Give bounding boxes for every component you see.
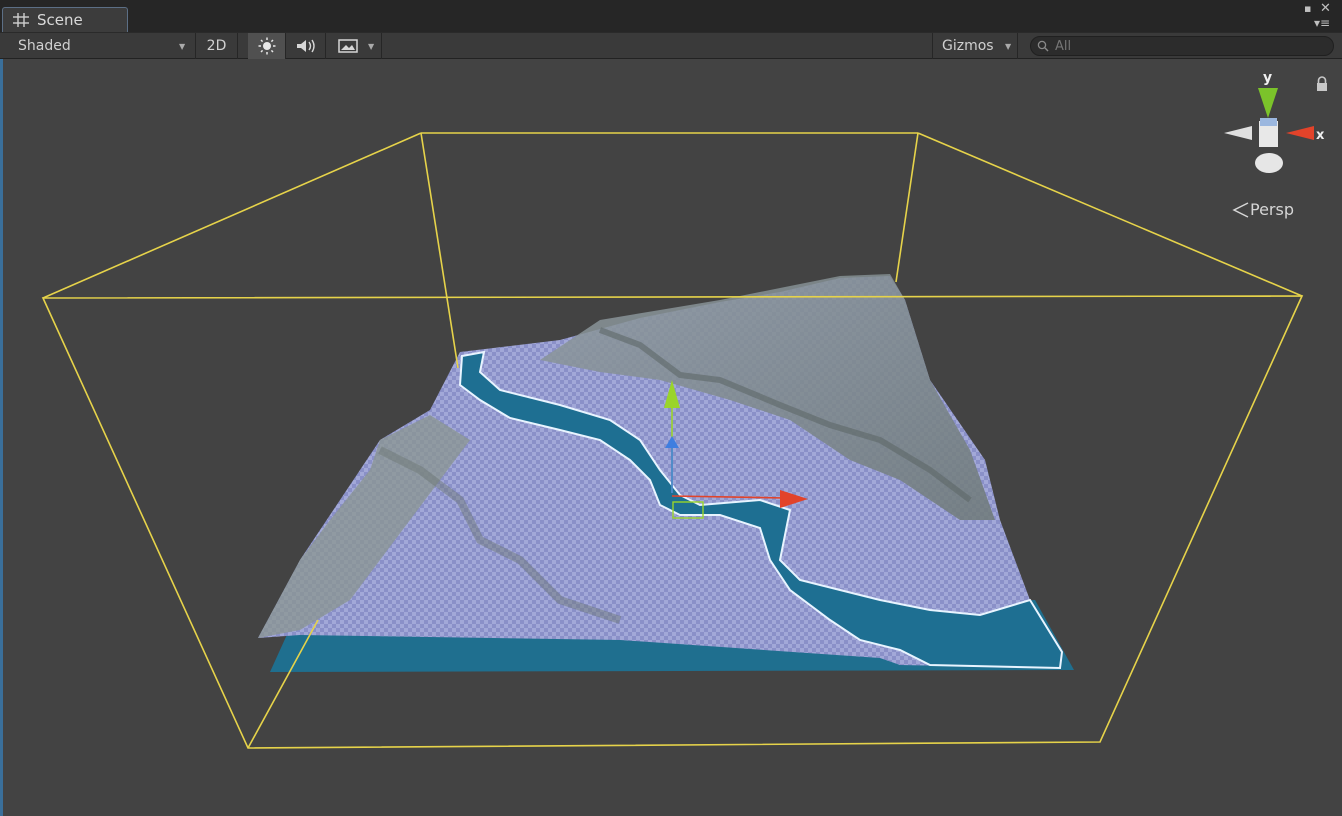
- terrain: [258, 274, 1064, 670]
- tab-bar: Scene ▪ ✕ ▾≡: [0, 0, 1342, 32]
- draw-mode-label: Shaded: [18, 38, 71, 54]
- lighting-toggle-button[interactable]: [248, 33, 286, 59]
- menu-icon[interactable]: ▾≡: [1314, 16, 1330, 30]
- chevron-down-icon: ▼: [179, 42, 186, 51]
- lock-icon[interactable]: [1315, 76, 1329, 92]
- 2d-toggle-button[interactable]: 2D: [196, 33, 238, 59]
- search-icon: [1037, 40, 1049, 52]
- projection-label: Persp: [1250, 200, 1294, 219]
- chevron-down-icon: ▼: [1005, 42, 1012, 51]
- gizmos-label: Gizmos: [942, 38, 994, 54]
- search-field[interactable]: [1030, 36, 1334, 56]
- scene-viewport[interactable]: y x Persp: [0, 59, 1342, 816]
- effects-dropdown[interactable]: ▼: [326, 33, 382, 59]
- tab-label: Scene: [37, 11, 83, 29]
- axis-label-y: y: [1263, 70, 1272, 86]
- scene-toolbar: Shaded ▼ 2D ▼ Gizmos ▼: [0, 32, 1342, 59]
- axis-label-x: x: [1316, 128, 1325, 143]
- perspective-icon: [1232, 201, 1249, 218]
- search-input[interactable]: [1055, 38, 1315, 54]
- grid-icon: [13, 13, 29, 27]
- maximize-icon[interactable]: ▪: [1304, 2, 1311, 15]
- gizmos-dropdown[interactable]: Gizmos ▼: [932, 33, 1018, 59]
- window-controls: ▪ ✕ ▾≡: [1304, 1, 1338, 31]
- scene-render: y x: [41, 70, 1325, 749]
- tab-scene[interactable]: Scene: [2, 7, 128, 32]
- orient-x-cone[interactable]: [1286, 126, 1314, 140]
- close-icon[interactable]: ✕: [1320, 1, 1331, 16]
- image-icon: [337, 39, 358, 53]
- speaker-icon: [296, 39, 315, 53]
- audio-toggle-button[interactable]: [286, 33, 326, 59]
- projection-toggle[interactable]: Persp: [1232, 200, 1294, 219]
- chevron-down-icon: ▼: [368, 42, 375, 51]
- draw-mode-dropdown[interactable]: Shaded ▼: [0, 33, 196, 59]
- orient-neg-x-cone[interactable]: [1224, 126, 1252, 140]
- orient-neg-y-cone[interactable]: [1255, 153, 1283, 173]
- 2d-label: 2D: [206, 38, 227, 54]
- orientation-gizmo[interactable]: y x: [1224, 70, 1325, 173]
- sun-icon: [258, 37, 275, 55]
- orient-y-cone[interactable]: [1258, 88, 1278, 118]
